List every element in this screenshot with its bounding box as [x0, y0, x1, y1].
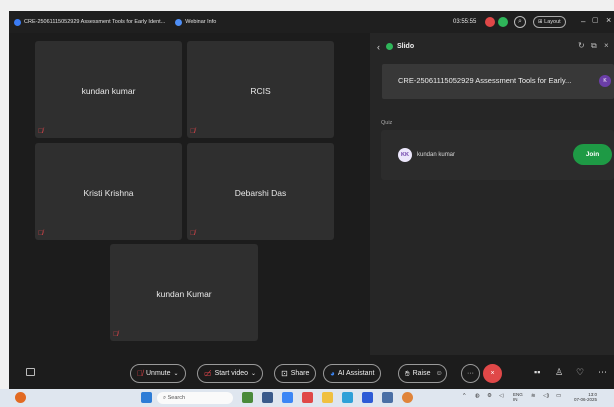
mic-muted-icon: 🎙̸ — [190, 128, 196, 135]
leave-meeting-icon[interactable]: × — [483, 364, 502, 383]
meeting-window: CRE-25061115052929 Assessment Tools for … — [9, 11, 614, 389]
browser-icon[interactable] — [342, 392, 353, 403]
video-tile[interactable]: Debarshi Das 🎙̸ — [187, 143, 334, 240]
title-bar: CRE-25061115052929 Assessment Tools for … — [9, 11, 614, 33]
meeting-timer: 03:55:55 — [453, 19, 477, 25]
raise-label: Raise — [412, 370, 431, 377]
meeting-toolbar: 🎙̸ Unmute ⌄ ▭̸ Start video ⌄ ⊡ Share ◕ A… — [9, 358, 614, 389]
video-tile[interactable]: kundan Kumar 🎙̸ — [110, 244, 258, 341]
mic-off-icon: 🎙̸ — [137, 369, 143, 378]
taskbar-search[interactable]: ⌕ Search — [157, 392, 233, 404]
participant-name: RCIS — [250, 86, 271, 96]
avatar: KK — [398, 148, 412, 162]
participants-icon[interactable]: ♙ — [555, 367, 563, 378]
join-button[interactable]: Join — [573, 144, 612, 165]
mic-muted-icon: 🎙̸ — [38, 230, 44, 237]
mic-muted-icon: 🎙̸ — [190, 230, 196, 237]
back-chevron-icon[interactable]: ‹ — [377, 42, 380, 52]
close-window-icon[interactable]: × — [606, 15, 611, 25]
section-label: Quiz — [381, 120, 393, 126]
slido-logo-icon — [386, 43, 393, 50]
weather-widget-icon[interactable] — [15, 392, 26, 403]
emoji-icon[interactable]: ☺ — [435, 370, 442, 377]
apps-grid-icon[interactable]: ▪▪ — [534, 367, 540, 377]
tray-app-icon[interactable]: ◍ — [475, 393, 480, 399]
close-panel-icon[interactable]: × — [604, 41, 609, 50]
slido-header: ‹ Slido ↻ ⧉ × — [370, 33, 614, 60]
ai-assistant-button[interactable]: ◕ AI Assistant — [323, 364, 382, 383]
webinar-info-link[interactable]: Webinar Info — [185, 19, 216, 25]
maximize-icon[interactable]: ▢ — [592, 16, 599, 24]
battery-icon[interactable]: ▭ — [556, 393, 561, 399]
participant-name: Kristi Krishna — [83, 188, 134, 198]
reactions-icon[interactable]: ♡ — [576, 367, 584, 378]
unmute-label: Unmute — [146, 370, 171, 377]
ai-assistant-label: AI Assistant — [337, 370, 375, 377]
more-options-icon[interactable]: ··· — [461, 364, 480, 383]
participant-name: Debarshi Das — [234, 188, 287, 198]
layout-label: Layout — [544, 19, 561, 25]
share-button[interactable]: ⊡ Share — [274, 364, 317, 383]
task-view-icon[interactable] — [262, 392, 273, 403]
chat-panel-icon[interactable] — [26, 368, 35, 376]
video-tile[interactable]: Kristi Krishna 🎙̸ — [35, 143, 182, 240]
popout-icon[interactable]: ⧉ — [591, 41, 597, 51]
start-video-button[interactable]: ▭̸ Start video ⌄ — [197, 364, 264, 383]
search-placeholder: Search — [167, 395, 186, 401]
raise-hand-button[interactable]: ✋︎ Raise ☺ — [398, 364, 447, 383]
app-icon[interactable] — [282, 392, 293, 403]
app-icon[interactable] — [302, 392, 313, 403]
tray-app-icon[interactable]: ◁ — [499, 393, 503, 399]
recording-indicator-icon[interactable] — [485, 17, 495, 27]
video-off-icon: ▭̸ — [204, 369, 212, 378]
slido-title: Slido — [397, 43, 415, 50]
overflow-menu-icon[interactable]: ⋯ — [598, 367, 607, 378]
app-icon[interactable] — [382, 392, 393, 403]
clock[interactable]: 13:0 07-06-2025 — [574, 392, 597, 402]
language-indicator[interactable]: ENG IN — [513, 392, 523, 402]
start-video-label: Start video — [214, 370, 249, 377]
chevron-down-icon[interactable]: ⌄ — [174, 370, 179, 377]
layout-button[interactable]: ⊞ Layout — [533, 16, 566, 28]
wifi-icon[interactable]: ≋ — [531, 393, 536, 399]
chevron-down-icon[interactable]: ⌄ — [251, 370, 256, 377]
participant-name: kundan Kumar — [156, 289, 212, 299]
event-title-bar[interactable]: CRE-25061115052929 Assessment Tools for … — [382, 64, 614, 99]
refresh-icon[interactable]: ↻ — [578, 41, 585, 50]
magnifier-icon[interactable]: ⌕ — [514, 16, 526, 28]
minimize-icon[interactable]: – — [581, 17, 585, 26]
zoom-taskbar-icon[interactable] — [362, 392, 373, 403]
ai-assistant-icon: ◕ — [330, 369, 335, 378]
unmute-button[interactable]: 🎙̸ Unmute ⌄ — [130, 364, 186, 383]
share-label: Share — [290, 370, 310, 377]
event-title: CRE-25061115052929 Assessment Tools for … — [398, 76, 572, 85]
tray-chevron-icon[interactable]: ^ — [463, 393, 466, 399]
slido-panel: ‹ Slido ↻ ⧉ × CRE-25061115052929 Assessm… — [370, 33, 614, 355]
video-tile[interactable]: kundan kumar 🎙̸ — [35, 41, 182, 138]
window-title: CRE-25061115052929 Assessment Tools for … — [24, 19, 166, 25]
tray-app-icon[interactable]: ⚙ — [487, 393, 492, 399]
video-tile[interactable]: RCIS 🎙̸ — [187, 41, 334, 138]
app-icon[interactable] — [242, 392, 253, 403]
mic-muted-icon: 🎙̸ — [38, 128, 44, 135]
clock-date: 07-06-2025 — [574, 397, 598, 402]
mic-muted-icon: 🎙̸ — [113, 331, 119, 338]
volume-icon[interactable]: ◁) — [543, 393, 549, 399]
file-explorer-icon[interactable] — [322, 392, 333, 403]
zoom-app-icon — [14, 18, 21, 26]
hand-icon: ✋︎ — [405, 368, 410, 378]
quiz-host-name: kundan kumar — [417, 152, 456, 158]
chrome-icon[interactable] — [402, 392, 413, 403]
start-menu-icon[interactable] — [141, 392, 152, 403]
security-shield-icon[interactable] — [498, 17, 508, 27]
quiz-card: KK kundan kumar Join — [381, 130, 614, 180]
webinar-info-icon[interactable] — [175, 18, 183, 26]
participant-name: kundan kumar — [81, 86, 136, 96]
os-taskbar: ⌕ Search ^ ◍ ⚙ ◁ ENG IN ≋ ◁) ▭ 13:0 07-06-… — [0, 389, 614, 407]
share-screen-icon: ⊡ — [281, 369, 288, 378]
user-avatar[interactable]: K — [599, 75, 611, 87]
region-label: IN — [513, 397, 518, 402]
